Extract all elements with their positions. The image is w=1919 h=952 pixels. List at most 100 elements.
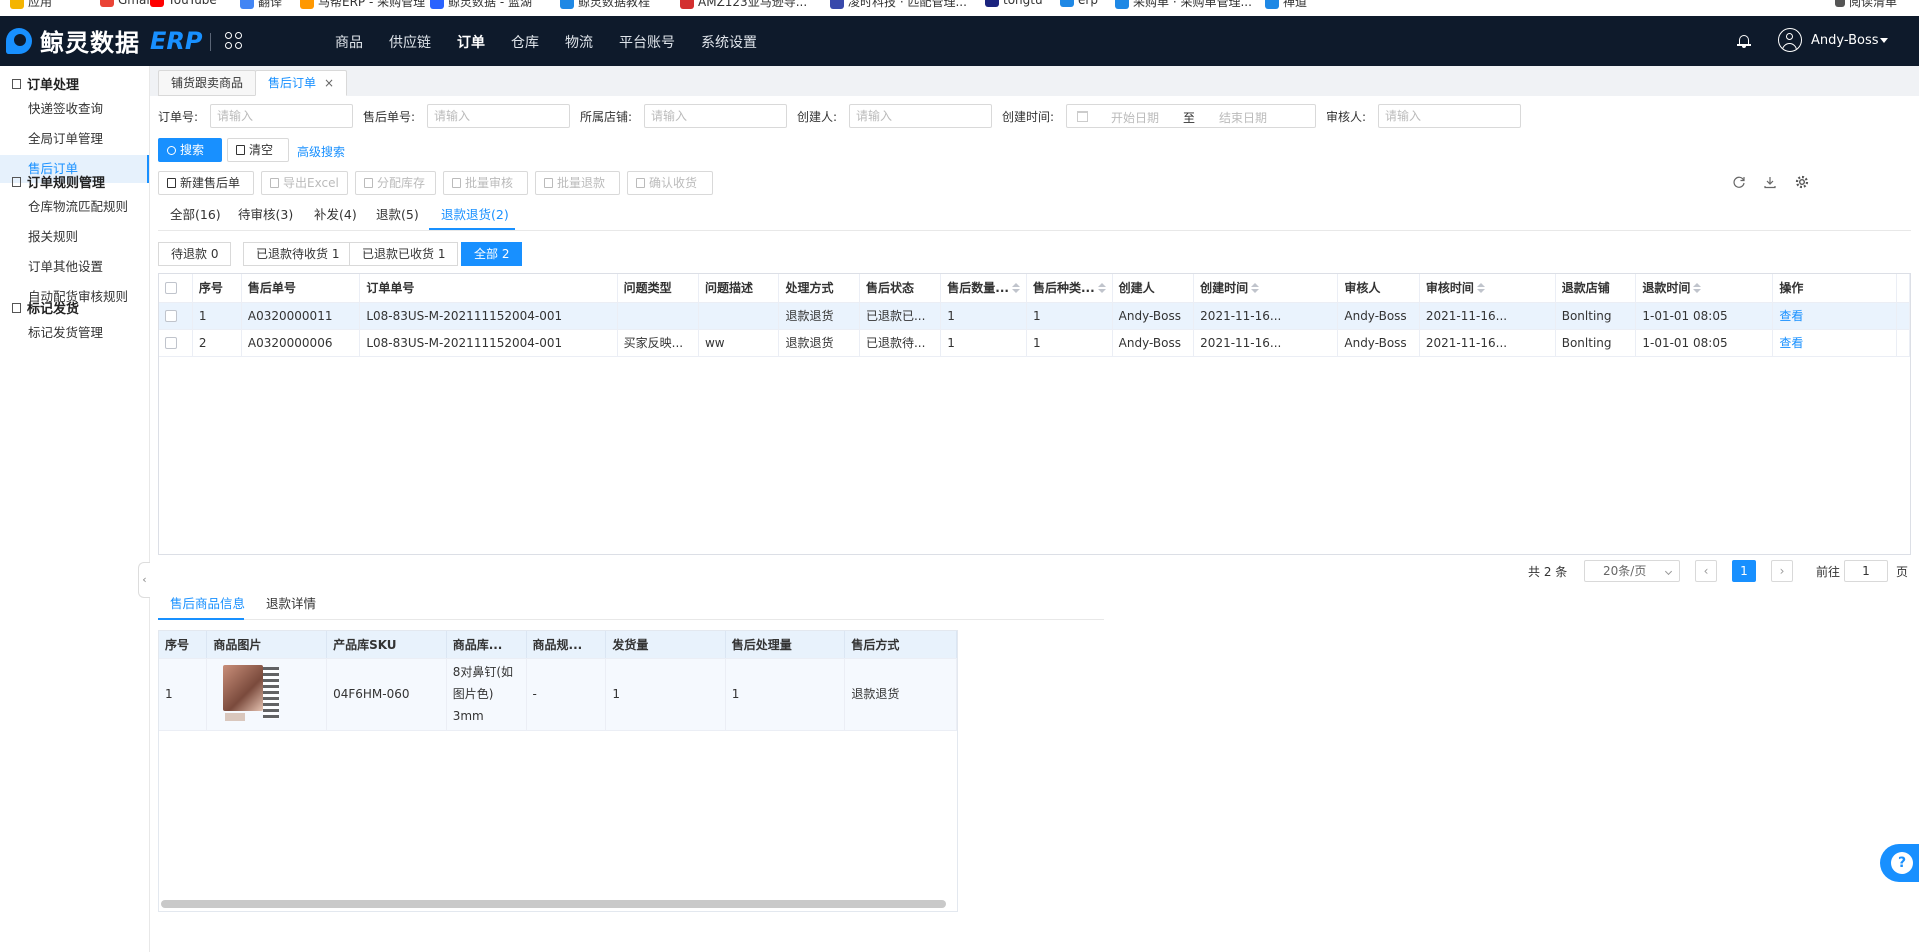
next-page-button[interactable]: › <box>1771 560 1793 582</box>
refund-segment[interactable]: 已退款已收货 1 <box>349 242 459 266</box>
sidebar-item[interactable]: 仓库物流匹配规则 <box>0 193 149 221</box>
bookmark-item[interactable]: YouTube <box>150 0 217 7</box>
reading-list[interactable]: 阅读清单 <box>1835 0 1897 10</box>
brand-logo[interactable]: 鲸灵数据 ERP <box>4 23 202 58</box>
status-tab[interactable]: 待审核(3) <box>238 204 293 223</box>
apps-grid-icon[interactable] <box>225 32 243 50</box>
orders-column-header: 退款时间 <box>1635 274 1774 303</box>
after-sale-no-input[interactable] <box>427 104 570 128</box>
status-tab[interactable]: 全部(16) <box>170 204 221 223</box>
refund-segment[interactable]: 已退款待收货 1 <box>243 242 353 266</box>
page-tab-listing[interactable]: 铺货跟卖商品 <box>158 70 257 96</box>
close-tab-icon[interactable]: × <box>324 76 334 90</box>
bottom-tab[interactable]: 退款详情 <box>266 593 316 612</box>
column-label: 审核时间 <box>1425 281 1474 296</box>
main-content: 铺货跟卖商品 售后订单 × 订单号: 售后单号: 所属店铺: 创建人: 创建时间:… <box>150 66 1919 952</box>
sidebar-group[interactable]: 标记发货 <box>12 298 79 317</box>
clear-button-label: 清空 <box>249 143 274 157</box>
column-label: 问题类型 <box>623 281 672 296</box>
toolbar-button[interactable]: 批量审核 <box>443 171 528 195</box>
topnav-item[interactable]: 平台账号 <box>619 32 675 52</box>
bookmark-item[interactable]: 凌时科技 · 匹配管理... <box>830 0 967 10</box>
topnav-item[interactable]: 订单 <box>457 32 485 52</box>
sidebar-group[interactable]: 订单处理 <box>12 74 79 93</box>
settings-gear-icon[interactable] <box>1795 175 1809 189</box>
sidebar-collapse-toggle[interactable]: ‹ <box>138 562 150 598</box>
order-no-input[interactable] <box>210 104 353 128</box>
bookmark-item[interactable]: 采购单 · 采购单管理... <box>1115 0 1252 10</box>
table-row[interactable]: 2 A0320000006 L08-83US-M-202111152004-001 买… <box>159 329 1910 357</box>
user-avatar-icon[interactable] <box>1778 28 1802 52</box>
topnav-item[interactable]: 系统设置 <box>701 32 757 52</box>
creator-input[interactable] <box>849 104 992 128</box>
refresh-icon[interactable] <box>1732 175 1746 189</box>
view-link[interactable]: 查看 <box>1772 302 1897 330</box>
bookmark-item[interactable]: erp <box>1060 0 1098 7</box>
column-label: 售后状态 <box>865 281 914 296</box>
sort-icon[interactable] <box>1011 283 1020 294</box>
bookmark-item[interactable]: 马帮ERP - 采购管理 <box>300 0 425 10</box>
bookmark-item[interactable]: 鲸灵数据 - 蓝湖 <box>430 0 532 10</box>
start-date[interactable]: 开始日期 <box>1111 109 1159 126</box>
bell-icon[interactable] <box>1737 33 1751 49</box>
help-button[interactable]: ? <box>1880 844 1919 882</box>
page-1-button[interactable]: 1 <box>1732 560 1756 582</box>
select-all-checkbox[interactable] <box>165 282 177 295</box>
view-link[interactable]: 查看 <box>1772 329 1897 357</box>
reviewer-input[interactable] <box>1378 104 1521 128</box>
product-image[interactable] <box>223 665 281 723</box>
page-size-select[interactable]: 20条/页 <box>1584 560 1680 582</box>
search-button[interactable]: 搜索 <box>158 138 222 162</box>
bookmark-item[interactable]: 禅道 <box>1265 0 1307 10</box>
toolbar-button[interactable]: 新建售后单 <box>158 171 254 195</box>
horizontal-scrollbar[interactable] <box>161 900 946 908</box>
sidebar-item[interactable]: 标记发货管理 <box>0 319 149 347</box>
sidebar-item[interactable]: 全局订单管理 <box>0 125 149 153</box>
toolbar-button[interactable]: 分配库存 <box>355 171 436 195</box>
advanced-search-link[interactable]: 高级搜索 <box>297 143 345 160</box>
sidebar-item[interactable]: 报关规则 <box>0 223 149 251</box>
status-tab[interactable]: 退款(5) <box>376 204 419 223</box>
download-icon[interactable] <box>1763 175 1777 189</box>
clear-button[interactable]: 清空 <box>227 138 289 162</box>
toolbar-button[interactable]: 导出Excel <box>261 171 348 195</box>
status-tab[interactable]: 退款退货(2) <box>441 204 509 223</box>
bookmark-item[interactable]: 翻译 <box>240 0 282 10</box>
topnav-item[interactable]: 商品 <box>335 32 363 52</box>
goto-page-input[interactable]: 1 <box>1844 560 1888 582</box>
status-tab[interactable]: 补发(4) <box>314 204 357 223</box>
create-time-range[interactable]: 开始日期 至 结束日期 <box>1066 104 1316 128</box>
user-menu-caret-icon[interactable] <box>1880 38 1888 43</box>
bookmark-item[interactable]: AMZ123亚马逊导... <box>680 0 807 10</box>
bookmark-item[interactable]: tongtu <box>985 0 1043 7</box>
orders-column-header: 序号 <box>192 274 242 303</box>
page-tab-after-sale[interactable]: 售后订单 × <box>255 70 348 96</box>
table-row[interactable]: 1 A0320000011 L08-83US-M-202111152004-001 退… <box>159 302 1910 330</box>
refund-segment[interactable]: 待退款 0 <box>158 242 232 266</box>
store-input[interactable] <box>644 104 787 128</box>
sort-icon[interactable] <box>1476 283 1485 294</box>
bottom-tab[interactable]: 售后商品信息 <box>170 593 245 612</box>
row-checkbox[interactable] <box>165 310 177 322</box>
topnav-item[interactable]: 仓库 <box>511 32 539 52</box>
bookmark-item[interactable]: 应用 <box>10 0 52 10</box>
refund-segment[interactable]: 全部 2 <box>461 242 523 266</box>
sort-icon[interactable] <box>1097 283 1106 294</box>
table-row[interactable]: 1 04F6HM-060 8对鼻钉(如图片色) 3mm -1 1 退款退货 <box>159 658 957 731</box>
sidebar-item[interactable]: 快递签收查询 <box>0 95 149 123</box>
sort-icon[interactable] <box>1251 283 1260 294</box>
user-name[interactable]: Andy-Boss <box>1811 33 1879 48</box>
topnav-item[interactable]: 物流 <box>565 32 593 52</box>
row-checkbox[interactable] <box>165 337 177 349</box>
bookmark-item[interactable]: Gmail <box>100 0 153 7</box>
sort-icon[interactable] <box>1693 283 1702 294</box>
sidebar-item[interactable]: 订单其他设置 <box>0 253 149 281</box>
toolbar-button[interactable]: 批量退款 <box>535 171 620 195</box>
sidebar-group[interactable]: 订单规则管理 <box>12 172 105 191</box>
topnav-item[interactable]: 供应链 <box>389 32 431 52</box>
toolbar-button[interactable]: 确认收货 <box>627 171 713 195</box>
table-cell-filler <box>1896 302 1910 330</box>
end-date[interactable]: 结束日期 <box>1219 109 1267 126</box>
prev-page-button[interactable]: ‹ <box>1695 560 1717 582</box>
bookmark-item[interactable]: 鲸灵数据教程 <box>560 0 650 10</box>
